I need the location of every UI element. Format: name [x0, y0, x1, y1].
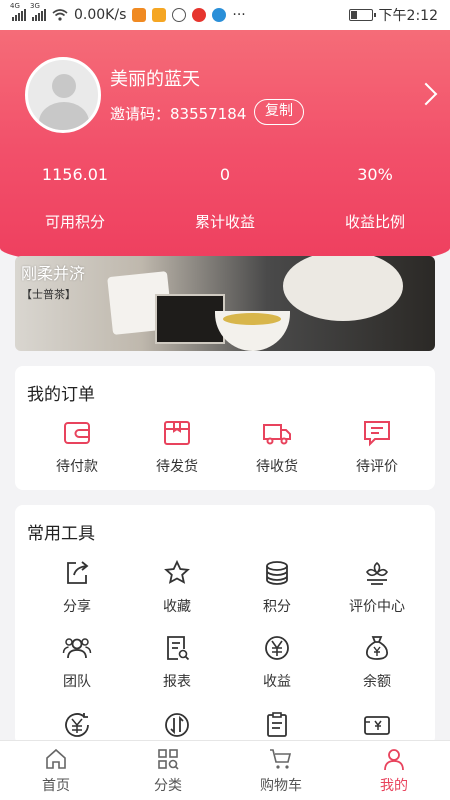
tool-balance[interactable]: 余额: [327, 633, 427, 691]
stat-label: 收益比例: [344, 213, 405, 231]
stat-value: 1156.01: [41, 165, 109, 184]
status-right: 下午2:12: [348, 5, 438, 25]
tools-title: 常用工具: [27, 524, 95, 544]
tool-clipboard[interactable]: [227, 710, 327, 740]
money-bag-icon: [366, 636, 388, 660]
tool-reports[interactable]: 报表: [127, 633, 227, 691]
promo-banner[interactable]: 刚柔并济 【士普茶】: [15, 256, 435, 351]
tool-label: 收益: [263, 674, 291, 690]
package-icon: [164, 421, 190, 445]
battery-icon: [348, 9, 376, 21]
tool-yuan-refresh[interactable]: [27, 710, 127, 740]
banner-subtitle: 【士普茶】: [21, 288, 76, 301]
flower-icon: [366, 561, 388, 585]
order-label: 待付款: [56, 459, 98, 475]
yuan-circle-icon: [265, 636, 289, 660]
nav-category[interactable]: 分类: [112, 747, 224, 795]
coins-icon: [266, 561, 288, 585]
yuan-refresh-icon: [65, 713, 89, 737]
orders-title: 我的订单: [27, 385, 95, 405]
tool-label: 分享: [63, 599, 91, 615]
tool-favorites[interactable]: 收藏: [127, 558, 227, 616]
stat-label: 累计收益: [194, 213, 255, 231]
tool-team[interactable]: 团队: [27, 633, 127, 691]
order-pending-payment[interactable]: 待付款: [27, 418, 127, 476]
invite-code: 83557184: [170, 105, 247, 123]
tool-share[interactable]: 分享: [27, 558, 127, 616]
clock: 下午2:12: [378, 8, 438, 24]
nav-label: 购物车: [260, 778, 302, 794]
weibo-icon: [192, 8, 207, 22]
order-pending-receipt[interactable]: 待收货: [227, 418, 327, 476]
team-icon: [62, 638, 92, 659]
copy-button[interactable]: 复制: [254, 99, 304, 125]
stat-label: 可用积分: [44, 213, 105, 231]
orders-card: 我的订单 待付款 待发货 待收货 待评价: [15, 366, 435, 490]
tool-label: 报表: [163, 674, 191, 690]
report-icon: [167, 636, 190, 661]
order-label: 待发货: [156, 459, 198, 475]
status-bar: 4G 3G 0.00K/s ··· 下午2:12: [0, 0, 450, 30]
tool-label: 积分: [263, 599, 291, 615]
tool-label: 余额: [363, 674, 391, 690]
tool-points[interactable]: 积分: [227, 558, 327, 616]
more-notifications: ···: [232, 7, 246, 23]
user-icon: [384, 749, 404, 771]
cart-icon: [270, 749, 292, 769]
order-label: 待收货: [256, 459, 298, 475]
exchange-icon: [165, 713, 189, 737]
tool-earnings[interactable]: 收益: [227, 633, 327, 691]
banner-title: 刚柔并济: [21, 264, 86, 283]
tool-label: 评价中心: [349, 599, 405, 615]
stat-value: 30%: [357, 165, 393, 184]
tools-card: 常用工具 分享 收藏 积分 评价中心 团队 报表 收益 余额: [15, 505, 435, 745]
status-left: 4G 3G 0.00K/s ···: [10, 2, 246, 23]
order-pending-review[interactable]: 待评价: [327, 418, 427, 476]
network-speed: 0.00K/s: [74, 7, 127, 23]
teapot-illustration: [283, 256, 403, 321]
nav-label: 我的: [380, 778, 408, 794]
invite-label: 邀请码：: [110, 105, 171, 123]
tool-label: 收藏: [163, 599, 191, 615]
nav-cart[interactable]: 购物车: [225, 747, 337, 795]
comment-icon: [364, 421, 390, 447]
category-icon: [158, 749, 179, 770]
home-icon: [46, 748, 66, 769]
video-app-icon: [152, 8, 167, 22]
nav-mine[interactable]: 我的: [338, 747, 450, 795]
username: 美丽的蓝天: [110, 69, 200, 90]
tool-yuan-card[interactable]: [327, 710, 427, 740]
bottom-nav: 首页 分类 购物车 我的: [0, 740, 450, 800]
wechat-icon: [172, 8, 187, 22]
star-icon: [164, 559, 190, 584]
taobao-icon: [132, 8, 147, 22]
signal-icon: 3G: [30, 2, 46, 21]
clipboard-icon: [267, 712, 287, 737]
browser-icon: [212, 8, 227, 22]
nav-home[interactable]: 首页: [0, 747, 112, 795]
stat-value: 0: [219, 165, 231, 184]
share-icon: [67, 561, 89, 584]
nav-label: 首页: [42, 778, 70, 794]
order-pending-shipment[interactable]: 待发货: [127, 418, 227, 476]
tea-cup-illustration: [215, 311, 290, 351]
signal-icon: 4G: [10, 2, 26, 21]
avatar[interactable]: [25, 57, 101, 133]
invite-code-row: 邀请码：83557184: [110, 103, 246, 124]
tool-review-center[interactable]: 评价中心: [327, 558, 427, 616]
order-label: 待评价: [356, 459, 398, 475]
yuan-card-icon: [364, 716, 390, 735]
nav-label: 分类: [154, 778, 182, 794]
tool-exchange[interactable]: [127, 710, 227, 740]
wifi-icon: [52, 9, 68, 21]
truck-icon: [263, 424, 291, 445]
tool-label: 团队: [63, 674, 91, 690]
wallet-icon: [64, 422, 90, 444]
